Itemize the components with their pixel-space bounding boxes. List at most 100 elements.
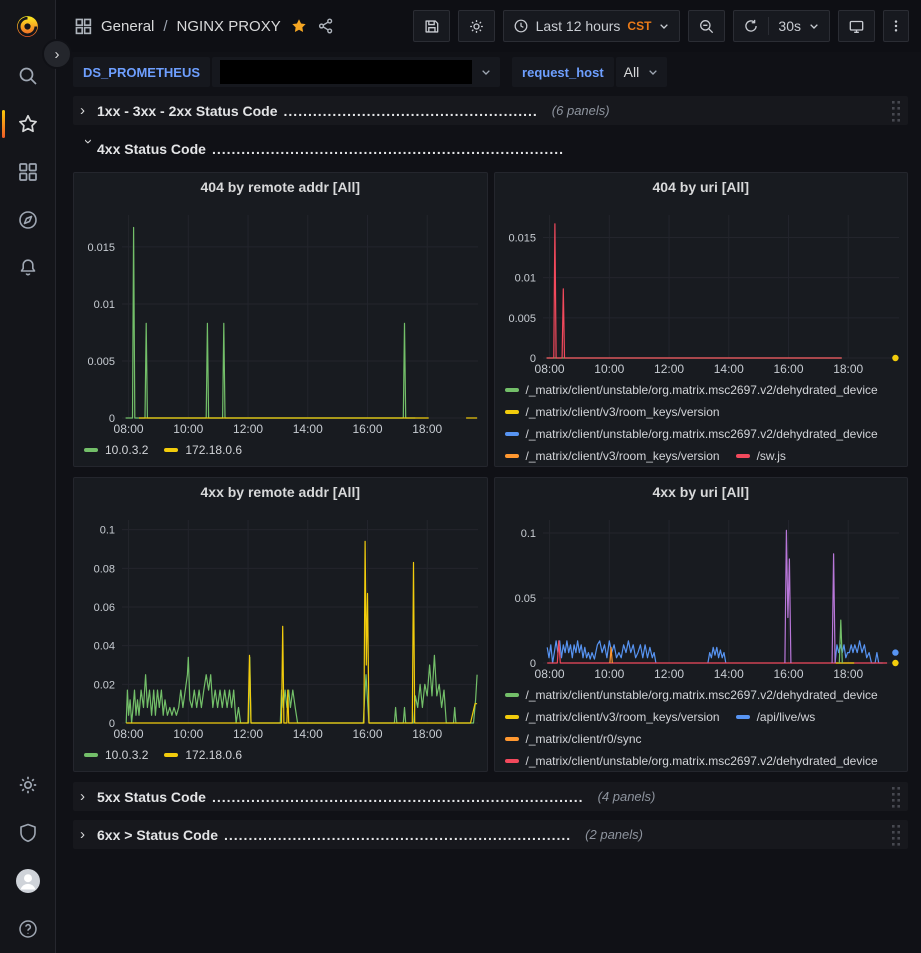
legend-item[interactable]: 10.0.3.2 [84,744,148,766]
refresh-picker[interactable]: 30s [733,10,830,42]
datasource-select[interactable] [212,57,500,87]
legend-swatch [736,454,750,458]
row-header-1xx-3xx-2xx[interactable]: › 1xx - 3xx - 2xx Status Code ..........… [73,96,908,125]
panel-title[interactable]: 4xx by uri [All] [495,478,908,506]
legend-item[interactable]: 172.18.0.6 [164,744,242,766]
legend-item[interactable]: 10.0.3.2 [84,439,148,461]
legend-item[interactable]: 172.18.0.6 [164,439,242,461]
sidebar-expand-button[interactable]: › [42,39,72,69]
avatar [15,868,41,894]
legend-swatch [505,432,519,436]
svg-text:12:00: 12:00 [654,667,684,681]
tv-mode-button[interactable] [838,10,875,42]
time-range-picker[interactable]: Last 12 hours CST [503,10,681,42]
sidebar-item-server-admin[interactable] [0,809,55,857]
sidebar-item-dashboards[interactable] [0,148,55,196]
sidebar-item-alerting[interactable] [0,244,55,292]
svg-text:10:00: 10:00 [173,422,203,436]
panel-404-by-remote-addr: 404 by remote addr [All] 08:0010:0012:00… [73,172,488,467]
datasource-variable-label: DS_PROMETHEUS [73,57,210,87]
legend-label: /_matrix/client/v3/room_keys/version [526,449,720,463]
timeseries-plot[interactable]: 08:0010:0012:0014:0016:0018:0000.0050.01… [74,201,487,439]
svg-text:12:00: 12:00 [233,727,263,741]
legend-swatch [505,410,519,414]
panel-title[interactable]: 4xx by remote addr [All] [74,478,487,506]
share-icon[interactable] [317,17,335,35]
legend-item[interactable]: /_matrix/client/unstable/org.matrix.msc2… [505,423,878,445]
row-header-6xx[interactable]: › 6xx > Status Code ....................… [73,820,908,849]
refresh-icon [743,18,759,34]
svg-text:16:00: 16:00 [773,362,803,376]
shield-icon [17,822,39,844]
panel-legend: /_matrix/client/unstable/org.matrix.msc2… [495,379,908,466]
favorite-star-icon[interactable] [290,17,308,35]
sidebar-item-configuration[interactable] [0,761,55,809]
svg-text:0.015: 0.015 [508,232,536,244]
svg-text:18:00: 18:00 [412,727,442,741]
row-expand-chevron-icon: › [80,139,97,156]
legend-swatch [164,448,178,452]
legend-label: /_matrix/client/v3/room_keys/version [526,405,720,419]
sidebar-item-profile[interactable] [0,857,55,905]
timeseries-plot[interactable]: 08:0010:0012:0014:0016:0018:0000.0050.01… [495,201,908,379]
panel-legend: /_matrix/client/unstable/org.matrix.msc2… [495,684,908,771]
svg-text:0.1: 0.1 [520,528,535,540]
row-panel-count: (6 panels) [552,103,610,118]
timeseries-plot[interactable]: 08:0010:0012:0014:0016:0018:0000.050.1 [495,506,908,684]
grafana-logo-icon [14,13,41,40]
request-host-value: All [624,64,640,80]
legend-item[interactable]: /_matrix/client/v3/room_keys/version [505,706,720,728]
legend-item[interactable]: /_matrix/client/r0/sync [505,728,642,750]
row-drag-handle[interactable] [891,823,901,847]
legend-item[interactable]: /sw.js [736,445,786,466]
sidebar-item-help[interactable] [0,905,55,953]
chevron-down-icon [480,66,492,78]
row-header-5xx[interactable]: › 5xx Status Code ......................… [73,782,908,811]
svg-text:18:00: 18:00 [412,422,442,436]
svg-text:08:00: 08:00 [114,727,144,741]
legend-item[interactable]: /api/live/ws [736,706,816,728]
svg-text:0.04: 0.04 [94,641,115,653]
row-collapse-chevron-icon: › [80,788,97,805]
svg-text:16:00: 16:00 [352,422,382,436]
save-dashboard-button[interactable] [413,10,450,42]
svg-text:14:00: 14:00 [713,667,743,681]
legend-item[interactable]: /_matrix/client/unstable/org.matrix.msc2… [505,684,878,706]
row-drag-handle[interactable] [891,785,901,809]
legend-item[interactable]: /_matrix/client/unstable/org.matrix.msc2… [505,750,878,771]
svg-text:12:00: 12:00 [233,422,263,436]
panel-row-1: 404 by remote addr [All] 08:0010:0012:00… [73,172,908,467]
zoom-out-icon [698,18,715,35]
legend-label: /_matrix/client/v3/room_keys/version [526,710,720,724]
row-title-dots: ........................................… [212,789,584,805]
row-header-4xx[interactable]: › 4xx Status Code ......................… [73,134,908,163]
panel-title[interactable]: 404 by remote addr [All] [74,173,487,201]
breadcrumb-dashboard-title[interactable]: NGINX PROXY [177,18,281,35]
legend-item[interactable]: /_matrix/client/unstable/org.matrix.msc2… [505,379,878,401]
row-title: 1xx - 3xx - 2xx Status Code [97,103,278,119]
svg-text:0: 0 [529,353,535,365]
row-panel-count: (4 panels) [598,789,656,804]
zoom-out-time-button[interactable] [688,10,725,42]
legend-label: /_matrix/client/unstable/org.matrix.msc2… [526,427,878,441]
panel-4xx-by-remote-addr: 4xx by remote addr [All] 08:0010:0012:00… [73,477,488,772]
svg-text:0: 0 [529,658,535,670]
svg-text:0.05: 0.05 [514,593,535,605]
chevron-down-icon [808,20,820,32]
dashboard-settings-button[interactable] [458,10,495,42]
panel-title[interactable]: 404 by uri [All] [495,173,908,201]
svg-text:0.005: 0.005 [508,313,536,325]
search-icon [17,65,39,87]
kebab-menu-button[interactable] [883,10,909,42]
row-drag-handle[interactable] [891,99,901,123]
legend-item[interactable]: /_matrix/client/v3/room_keys/version [505,445,720,466]
breadcrumb-folder[interactable]: General [101,18,154,35]
chevron-down-icon [658,20,670,32]
sidebar-item-explore[interactable] [0,196,55,244]
svg-text:0.01: 0.01 [94,299,115,311]
sidebar-item-starred[interactable] [0,100,55,148]
timeseries-plot[interactable]: 08:0010:0012:0014:0016:0018:0000.020.040… [74,506,487,744]
request-host-select[interactable]: All [616,57,668,87]
legend-item[interactable]: /_matrix/client/v3/room_keys/version [505,401,720,423]
panel-row-2: 4xx by remote addr [All] 08:0010:0012:00… [73,477,908,772]
